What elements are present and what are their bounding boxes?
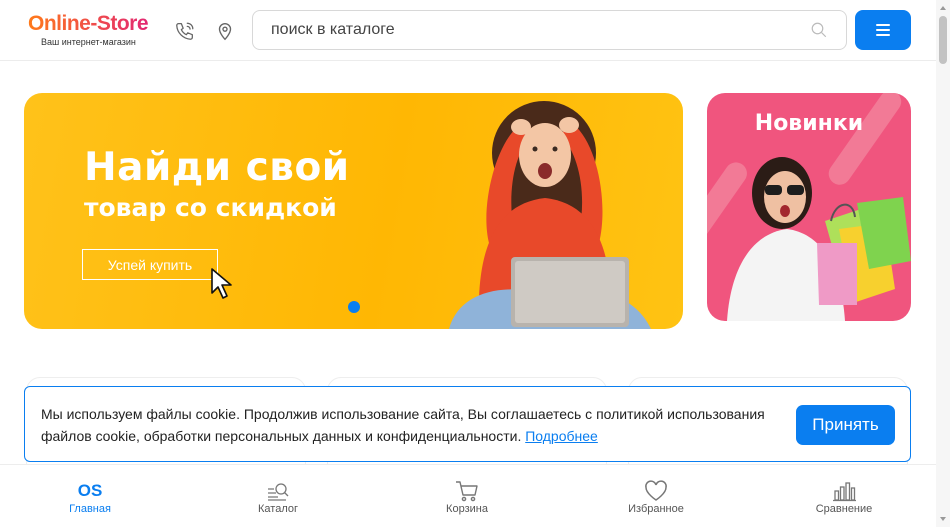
bottom-navigation: OS Главная Каталог Корзина Избранное Сра… — [0, 464, 936, 527]
home-logo-icon: OS — [77, 481, 103, 500]
scrollbar-thumb[interactable] — [939, 16, 947, 64]
search-input[interactable] — [269, 11, 789, 49]
logo-name[interactable]: Online-Store — [28, 12, 158, 36]
cookie-message: Мы используем файлы cookie. Продолжив ис… — [41, 406, 765, 444]
cookie-notice: Мы используем файлы cookie. Продолжив ис… — [24, 386, 911, 462]
nav-item-label: Корзина — [446, 503, 488, 515]
banner-title: Найди свой — [84, 145, 350, 190]
nav-item-cart[interactable]: Корзина — [407, 465, 527, 528]
scrollbar[interactable] — [936, 0, 950, 527]
nav-item-label: Избранное — [628, 503, 684, 515]
nav-item-compare[interactable]: Сравнение — [784, 465, 904, 528]
menu-icon-bar — [876, 34, 890, 36]
cookie-text: Мы используем файлы cookie. Продолжив ис… — [41, 403, 791, 447]
catalog-search-icon — [268, 483, 289, 501]
site-header: Online-Store Ваш интернет-магазин — [0, 0, 936, 61]
menu-icon — [876, 24, 890, 26]
banner-subtitle: товар со скидкой — [84, 193, 337, 222]
compare-bars-icon — [833, 482, 856, 502]
location-pin-icon[interactable] — [214, 20, 236, 42]
nav-item-favorites[interactable]: Избранное — [596, 465, 716, 528]
scroll-down-arrow-icon[interactable] — [939, 515, 947, 523]
nav-item-label: Главная — [69, 503, 111, 515]
pointer-cursor-icon — [211, 268, 232, 299]
menu-icon-bar — [876, 29, 890, 31]
cookie-more-link[interactable]: Подробнее — [525, 428, 598, 444]
nav-item-label: Сравнение — [815, 503, 873, 515]
nav-item-label: Каталог — [258, 503, 298, 515]
slider-dot-active[interactable] — [348, 301, 360, 313]
search-box[interactable] — [252, 10, 847, 50]
heart-icon — [645, 480, 667, 501]
menu-button[interactable] — [855, 10, 911, 50]
logo[interactable]: Online-Store Ваш интернет-магазин — [28, 12, 158, 47]
new-arrivals-card[interactable]: Новинки — [707, 93, 911, 321]
hurry-buy-button[interactable]: Успей купить — [82, 249, 218, 280]
new-arrivals-title: Новинки — [754, 111, 864, 136]
accept-cookies-button[interactable]: Принять — [796, 405, 895, 445]
hero-banner[interactable]: Найди свой товар со скидкой Успей купить — [24, 93, 683, 329]
search-icon[interactable] — [810, 21, 828, 39]
scroll-up-arrow-icon[interactable] — [939, 4, 947, 12]
logo-tagline: Ваш интернет-магазин — [41, 37, 136, 47]
nav-item-catalog[interactable]: Каталог — [218, 465, 338, 528]
banner-woman-laptop-image — [449, 101, 651, 329]
cart-icon — [456, 481, 478, 502]
phone-icon[interactable] — [174, 20, 196, 42]
nav-item-home[interactable]: OS Главная — [30, 465, 150, 528]
